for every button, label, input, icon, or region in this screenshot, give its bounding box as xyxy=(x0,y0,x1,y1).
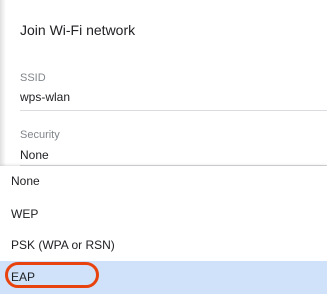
security-label: Security xyxy=(20,129,60,141)
dropdown-option-psk[interactable]: PSK (WPA or RSN) xyxy=(0,230,327,260)
ssid-input[interactable]: wps-wlan xyxy=(20,90,70,104)
dropdown-option-wep[interactable]: WEP xyxy=(0,199,327,229)
security-dropdown-menu: None WEP PSK (WPA or RSN) EAP xyxy=(0,166,327,294)
ssid-label: SSID xyxy=(20,72,46,84)
dropdown-option-none[interactable]: None xyxy=(0,166,327,196)
ssid-underline xyxy=(20,110,327,111)
join-wifi-dialog: Join Wi-Fi network SSID wps-wlan Securit… xyxy=(0,0,327,294)
dialog-title: Join Wi-Fi network xyxy=(20,22,136,38)
dropdown-option-eap[interactable]: EAP xyxy=(0,261,327,294)
security-select[interactable]: None xyxy=(20,148,49,162)
